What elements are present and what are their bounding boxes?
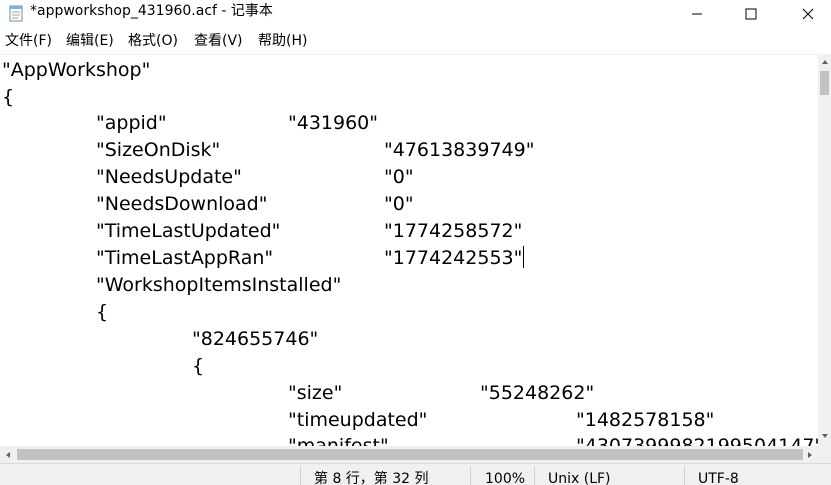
text-line: "timeupdated" xyxy=(288,409,428,431)
text-line: "4307399982199504147" xyxy=(576,435,818,446)
notepad-icon xyxy=(7,4,25,22)
status-divider xyxy=(684,466,685,485)
text-line: { xyxy=(192,355,205,377)
menu-format[interactable]: 格式(O) xyxy=(128,32,178,50)
scrollbar-corner xyxy=(818,446,831,463)
text-line: { xyxy=(96,301,109,323)
menu-help[interactable]: 帮助(H) xyxy=(258,32,307,50)
text-line: "55248262" xyxy=(480,382,595,404)
text-line: "0" xyxy=(384,193,414,215)
text-line: "WorkshopItemsInstalled" xyxy=(96,274,342,296)
text-line: "431960" xyxy=(288,112,379,134)
vertical-scrollbar[interactable] xyxy=(818,54,831,446)
status-divider xyxy=(534,466,535,485)
text-editor[interactable]: "AppWorkshop" { "appid" "431960" "SizeOn… xyxy=(0,54,818,446)
text-line: "1774258572" xyxy=(384,220,523,242)
menu-file[interactable]: 文件(F) xyxy=(5,32,52,50)
text-line: "NeedsDownload" xyxy=(96,193,268,215)
status-divider xyxy=(300,466,301,485)
minimize-button[interactable] xyxy=(674,0,720,28)
text-line: "47613839749" xyxy=(384,139,535,161)
scroll-up-button[interactable] xyxy=(818,56,831,68)
text-line: "manifest" xyxy=(288,435,389,446)
scroll-right-button[interactable] xyxy=(802,446,818,463)
chevron-up-icon xyxy=(821,60,828,64)
status-divider xyxy=(470,466,471,485)
text-line: "AppWorkshop" xyxy=(2,59,151,81)
chevron-right-icon xyxy=(808,451,812,458)
encoding: UTF-8 xyxy=(698,471,739,485)
window-title: *appworkshop_431960.acf - 记事本 xyxy=(30,3,273,19)
horizontal-scroll-thumb[interactable] xyxy=(17,449,803,460)
maximize-icon xyxy=(745,8,757,20)
status-bar: 第 8 行，第 32 列 100% Unix (LF) UTF-8 xyxy=(0,463,831,485)
menu-edit[interactable]: 编辑(E) xyxy=(66,32,114,50)
close-button[interactable] xyxy=(785,0,831,28)
maximize-button[interactable] xyxy=(728,0,774,28)
text-line: { xyxy=(2,86,15,108)
vertical-scroll-thumb[interactable] xyxy=(820,71,829,95)
scroll-left-button[interactable] xyxy=(0,446,16,463)
menu-bar: 文件(F) 编辑(E) 格式(O) 查看(V) 帮助(H) xyxy=(0,28,831,54)
text-line: "SizeOnDisk" xyxy=(96,139,221,161)
close-icon xyxy=(802,8,814,20)
text-line: "TimeLastUpdated" xyxy=(96,220,281,242)
cursor-position: 第 8 行，第 32 列 xyxy=(314,471,429,485)
text-line: "1774242553" xyxy=(384,247,523,269)
chevron-down-icon xyxy=(821,434,828,438)
text-line: "TimeLastAppRan" xyxy=(96,247,274,269)
text-line: "appid" xyxy=(96,112,167,134)
text-line: "0" xyxy=(384,166,414,188)
chevron-left-icon xyxy=(6,451,10,458)
zoom-level: 100% xyxy=(485,471,526,485)
text-line: "824655746" xyxy=(192,328,319,350)
menu-view[interactable]: 查看(V) xyxy=(194,32,243,50)
horizontal-scrollbar[interactable] xyxy=(0,446,818,463)
text-caret xyxy=(523,246,524,268)
scroll-down-button[interactable] xyxy=(818,430,831,442)
text-line: "size" xyxy=(288,382,343,404)
text-line: "NeedsUpdate" xyxy=(96,166,242,188)
text-line: "1482578158" xyxy=(576,409,715,431)
minimize-icon xyxy=(692,13,702,15)
title-bar[interactable]: *appworkshop_431960.acf - 记事本 xyxy=(0,0,831,28)
line-ending: Unix (LF) xyxy=(548,471,611,485)
